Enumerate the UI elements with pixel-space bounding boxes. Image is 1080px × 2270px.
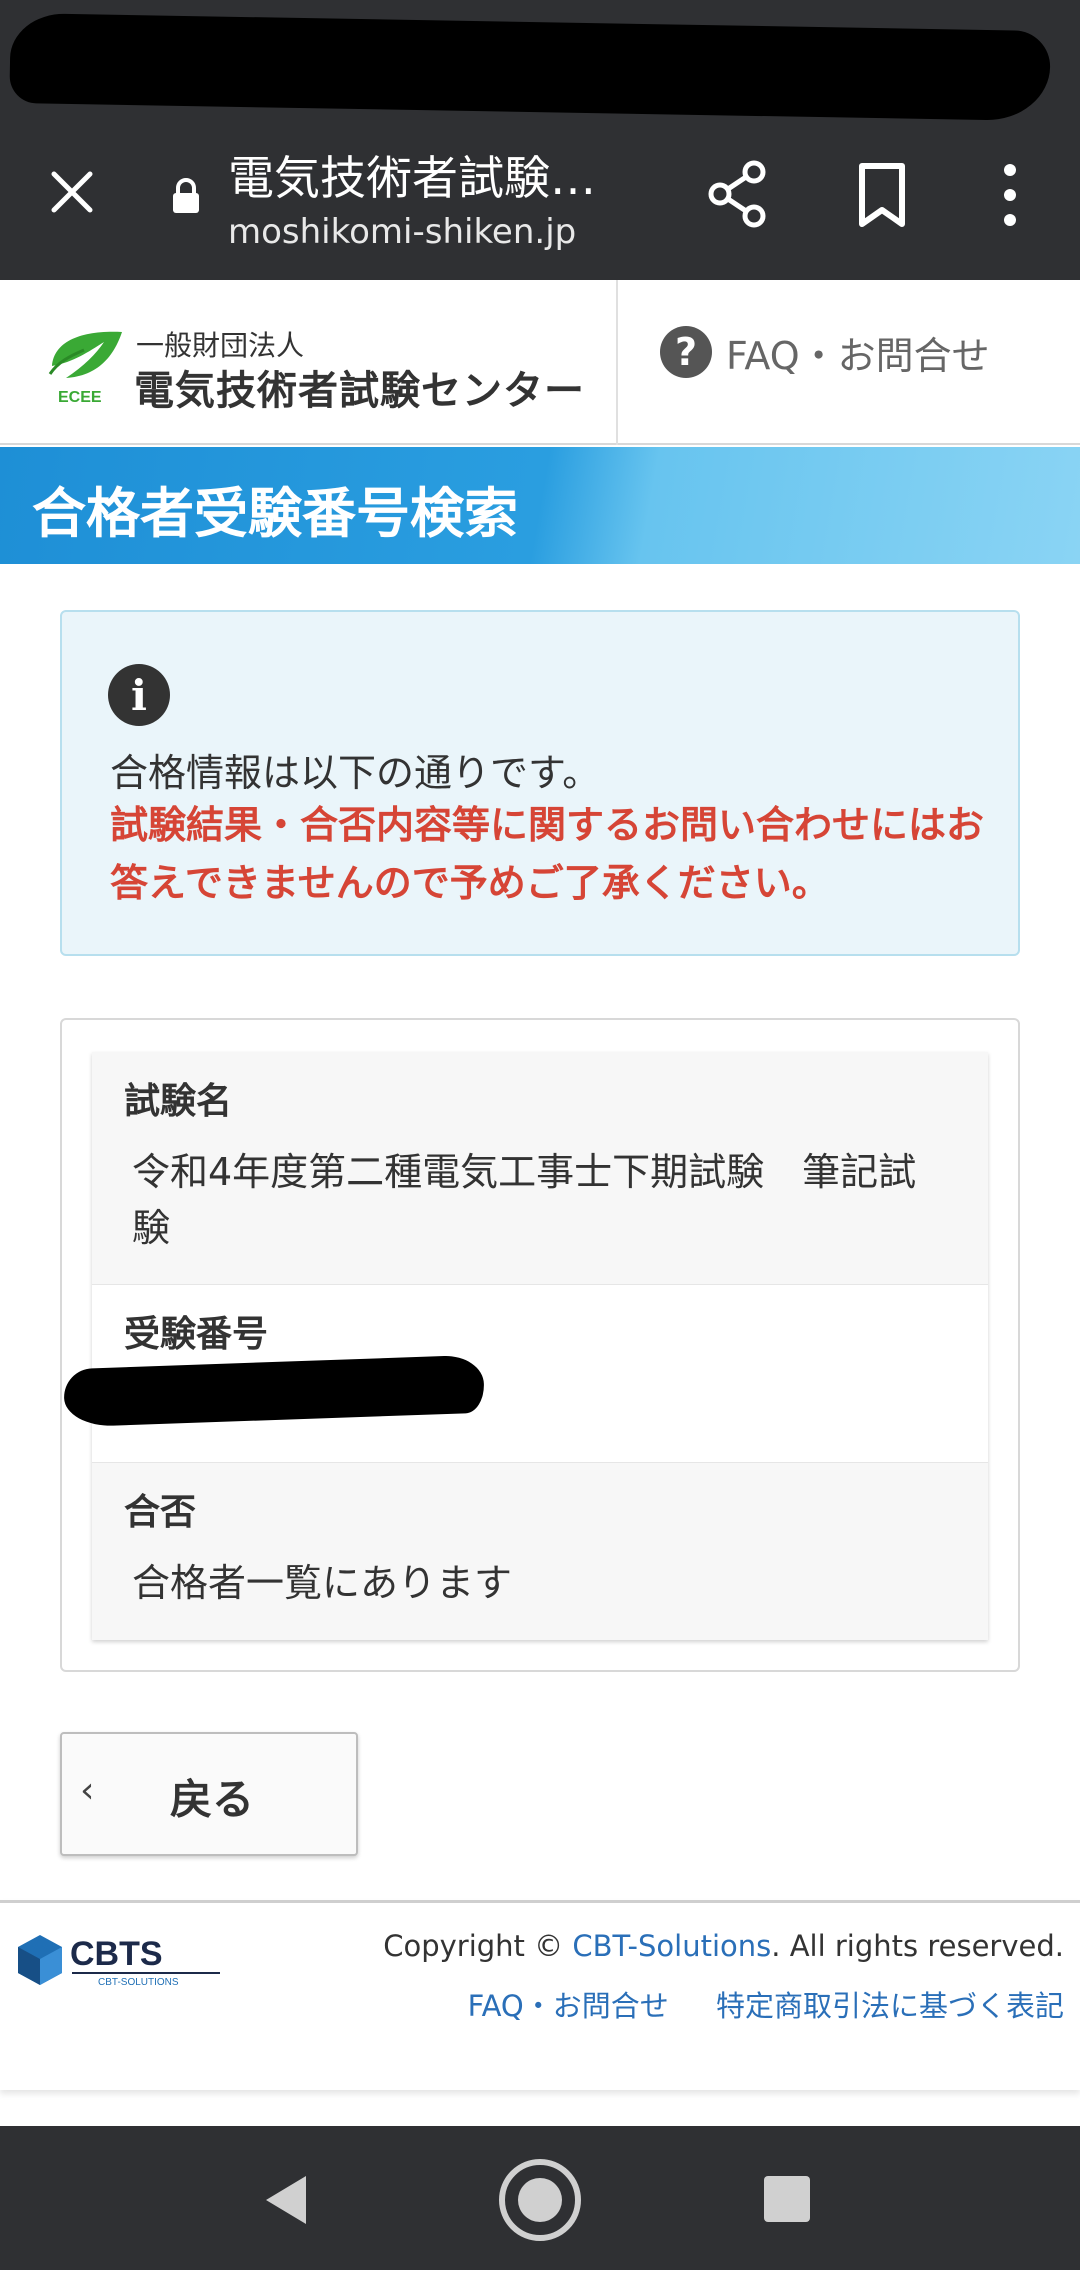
warning-message: 試験結果・合否内容等に関するお問い合わせにはお答えできませんので予めご了承くださ… <box>110 803 985 905</box>
cbt-solutions-link[interactable]: CBT-Solutions <box>572 1929 771 1963</box>
cbts-logo-text: CBTS <box>70 1935 163 1973</box>
footer-legal-link[interactable]: 特定商取引法に基づく表記 <box>716 1989 1064 2023</box>
back-button[interactable]: ‹ 戻る <box>60 1732 358 1856</box>
cbts-logo[interactable]: CBTS CBT-SOLUTIONS <box>14 1925 226 1989</box>
copyright-prefix: Copyright © <box>383 1929 573 1963</box>
org-name: 電気技術者試験センター <box>134 368 585 414</box>
copyright-text: Copyright © CBT-Solutions. All rights re… <box>383 1929 1064 1963</box>
site-footer: CBTS CBT-SOLUTIONS Copyright © CBT-Solut… <box>0 1900 1080 2090</box>
question-icon: ? <box>660 326 712 378</box>
faq-contact-link[interactable]: ? FAQ・お問合せ <box>660 322 990 382</box>
chevron-left-icon: ‹ <box>80 1770 95 1811</box>
copyright-suffix: . All rights reserved. <box>771 1929 1064 1963</box>
result-card: 試験名 令和4年度第二種電気工事士下期試験 筆記試験 受験番号 合否 合格者一覧… <box>60 1018 1020 1672</box>
page-banner: 合格者受験番号検索 <box>0 447 1080 564</box>
page-heading: 合格者受験番号検索 <box>32 482 518 545</box>
lock-icon <box>173 178 199 213</box>
page-title[interactable]: 電気技術者試験… <box>228 142 628 208</box>
footer-faq-link[interactable]: FAQ・お問合せ <box>468 1989 669 2023</box>
nav-recents-icon[interactable] <box>764 2176 810 2222</box>
url-domain[interactable]: moshikomi-shiken.jp <box>228 212 576 252</box>
ecee-logo[interactable]: ECEE 一般財団法人 電気技術者試験センター <box>44 320 604 414</box>
logo-sub-text: ECEE <box>58 389 102 406</box>
cbts-logo-sub: CBT-SOLUTIONS <box>98 1977 179 1988</box>
close-tab-button[interactable] <box>40 160 104 224</box>
footer-links: FAQ・お問合せ 特定商取引法に基づく表記 <box>468 1983 1064 2025</box>
share-icon[interactable] <box>706 158 770 230</box>
exam-name-label: 試験名 <box>124 1081 233 1122</box>
nav-back-icon[interactable] <box>260 2172 310 2228</box>
close-icon <box>51 171 93 213</box>
system-nav-bar <box>0 2126 1080 2270</box>
back-button-label: 戻る <box>170 1775 255 1824</box>
browser-toolbar: 電気技術者試験… moshikomi-shiken.jp <box>0 120 1080 280</box>
pass-fail-value: 合格者一覧にあります <box>132 1561 513 1605</box>
redaction-mark <box>9 12 1051 122</box>
exam-name-value: 令和4年度第二種電気工事士下期試験 筆記試験 <box>132 1150 917 1250</box>
info-icon: i <box>108 664 170 726</box>
more-menu-icon[interactable] <box>990 160 1030 230</box>
pass-fail-label: 合否 <box>124 1492 197 1533</box>
site-header: ECEE 一般財団法人 電気技術者試験センター ? FAQ・お問合せ <box>0 280 1080 445</box>
nav-home-icon[interactable] <box>496 2156 584 2244</box>
bookmark-icon[interactable] <box>852 160 912 230</box>
faq-label: FAQ・お問合せ <box>726 333 990 378</box>
exam-number-label: 受験番号 <box>124 1314 269 1355</box>
header-divider <box>616 280 618 445</box>
pass-fail-row: 合否 合格者一覧にあります <box>92 1462 988 1640</box>
leaf-logo-icon: ECEE <box>48 331 122 406</box>
info-message: 合格情報は以下の通りです。 <box>110 751 601 795</box>
info-alert: i 合格情報は以下の通りです。 試験結果・合否内容等に関するお問い合わせにはお答… <box>60 610 1020 956</box>
result-table: 試験名 令和4年度第二種電気工事士下期試験 筆記試験 受験番号 合否 合格者一覧… <box>92 1052 988 1640</box>
exam-name-row: 試験名 令和4年度第二種電気工事士下期試験 筆記試験 <box>92 1052 988 1284</box>
